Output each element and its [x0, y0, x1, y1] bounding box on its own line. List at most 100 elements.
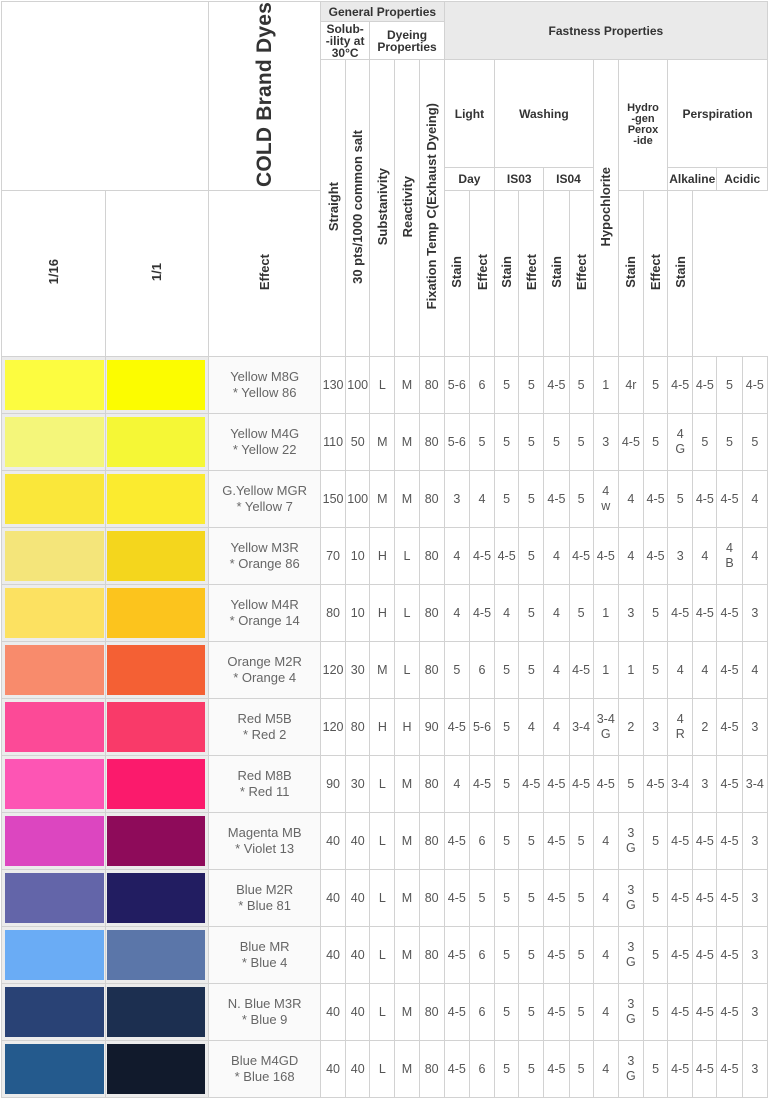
value-text: 4-5 — [497, 548, 516, 563]
dye-row: Magenta MB * Violet 13 40 40 L M 80 4-5 6 5 5 4-5 5 4… — [1, 812, 769, 871]
color-swatch — [5, 417, 104, 468]
value-cell: H — [369, 698, 396, 757]
dye-title-header: COLD Brand Dyes — [208, 0, 321, 192]
swatch-light — [1, 812, 106, 871]
value-cell: 5 — [741, 413, 769, 472]
value-cell: L — [369, 812, 396, 871]
value-cell: 80 — [418, 527, 445, 586]
value-cell: 5 — [716, 413, 743, 472]
value-cell: M — [394, 812, 420, 871]
value-cell: 5 — [443, 641, 470, 700]
dye-name: Blue M4GD — [231, 1053, 299, 1069]
value-text: 80 — [424, 1061, 439, 1076]
value-text: M — [401, 947, 413, 962]
value-cell: 5 — [494, 470, 520, 529]
value-text: 5 — [527, 833, 535, 848]
color-swatch — [106, 816, 206, 867]
value-text: 100 — [347, 491, 369, 506]
value-text: 4-5 — [720, 719, 739, 734]
value-text: 4 — [602, 947, 610, 962]
value-cell: 4-5 — [543, 812, 570, 871]
value-cell: 5 — [667, 470, 694, 529]
value-cell: 4-5 — [667, 584, 694, 643]
value-cell: 80 — [418, 641, 445, 700]
value-text: 3 — [751, 719, 759, 734]
value-text: 5 — [652, 662, 660, 677]
value-cell: 4 — [543, 698, 570, 757]
dye-row: Yellow M8G * Yellow 86 130 100 L M 80 5-6 6 5 5 4-5… — [1, 356, 769, 415]
value-cell: 4w — [592, 470, 619, 529]
value-text: 5 — [552, 434, 560, 449]
acidic-header: Acidic — [716, 167, 768, 192]
value-cell: 40 — [345, 1040, 371, 1098]
value-text: 40 — [326, 833, 341, 848]
value-cell: 100 — [345, 356, 371, 415]
value-text: 4 — [453, 548, 461, 563]
value-text: 4-5 — [720, 605, 739, 620]
value-text: 4-5 — [547, 947, 566, 962]
value-text: 5 — [527, 1004, 535, 1019]
value-cell: 1 — [592, 584, 619, 643]
col-light-1-16: 1/16 — [1, 190, 106, 358]
value-cell: 5 — [494, 983, 520, 1042]
value-text: 120 — [322, 662, 344, 677]
value-cell: 4 — [692, 527, 718, 586]
value-cell: 5 — [568, 356, 594, 415]
value-cell: 4-5 — [617, 413, 644, 472]
col-iso3-stain: Stain — [443, 190, 470, 358]
value-text: 4-5 — [621, 434, 640, 449]
dye-row: Blue M4GD * Blue 168 40 40 L M 80 4-5 6 5 5 4-5 5 4 3 G… — [1, 1040, 769, 1098]
dye-ci-name: * Orange 86 — [229, 556, 300, 572]
value-cell: 4-5 — [543, 470, 570, 529]
value-cell: 4B — [716, 527, 743, 586]
value-text: 4 — [751, 662, 759, 677]
hydrogen-peroxide-header: Hydro -gen Perox -ide — [617, 58, 669, 192]
dye-name-cell: Red M5B * Red 2 — [208, 698, 321, 757]
value-cell: 4 — [468, 470, 496, 529]
value-text: 40 — [350, 1061, 365, 1076]
value-text: 3 — [751, 947, 759, 962]
dye-properties-table: COLD Brand Dyes General Properties Fastn… — [0, 0, 769, 1098]
value-cell: 4-5 — [692, 356, 718, 415]
color-swatch — [5, 873, 104, 924]
swatch-light — [1, 413, 106, 472]
color-swatch — [106, 987, 206, 1038]
swatch-header-blank — [0, 0, 210, 192]
dye-ci-name: * Orange 14 — [229, 613, 300, 629]
value-cell: 120 — [319, 698, 347, 757]
value-text: 4G — [675, 427, 686, 457]
value-cell: 90 — [319, 755, 347, 814]
value-text: L — [378, 1061, 386, 1076]
value-text: 40 — [350, 947, 365, 962]
value-cell: 4-5 — [667, 812, 694, 871]
value-cell: M — [394, 926, 420, 985]
value-text: 1 — [602, 377, 610, 392]
swatch-light — [1, 527, 106, 586]
color-swatch — [106, 360, 206, 411]
dye-name: Orange M2R — [227, 654, 302, 670]
value-text: 5 — [652, 1004, 660, 1019]
value-text: M — [377, 662, 388, 677]
value-text: 4-5 — [695, 491, 714, 506]
value-cell: 4-5 — [443, 983, 470, 1042]
value-cell: 5 — [518, 926, 545, 985]
dye-ci-name: * Blue 168 — [234, 1069, 295, 1085]
value-text: 4-5 — [720, 947, 739, 962]
value-text: 5 — [577, 833, 585, 848]
value-text: 4 — [602, 833, 610, 848]
value-text: 5 — [577, 605, 585, 620]
color-swatch — [5, 702, 104, 753]
value-text: 150 — [322, 491, 344, 506]
swatch-dark — [104, 869, 210, 928]
value-text: 4-5 — [671, 1061, 690, 1076]
value-text: 80 — [424, 890, 439, 905]
value-text: 4 — [552, 548, 560, 563]
value-cell: 80 — [418, 755, 445, 814]
col-alkaline-effect: Effect — [568, 190, 594, 358]
value-cell: 80 — [418, 869, 445, 928]
value-text: 4-5 — [472, 776, 492, 791]
color-swatch — [106, 873, 206, 924]
value-cell: 80 — [345, 698, 371, 757]
value-cell: 5 — [494, 641, 520, 700]
value-text: H — [402, 719, 412, 734]
